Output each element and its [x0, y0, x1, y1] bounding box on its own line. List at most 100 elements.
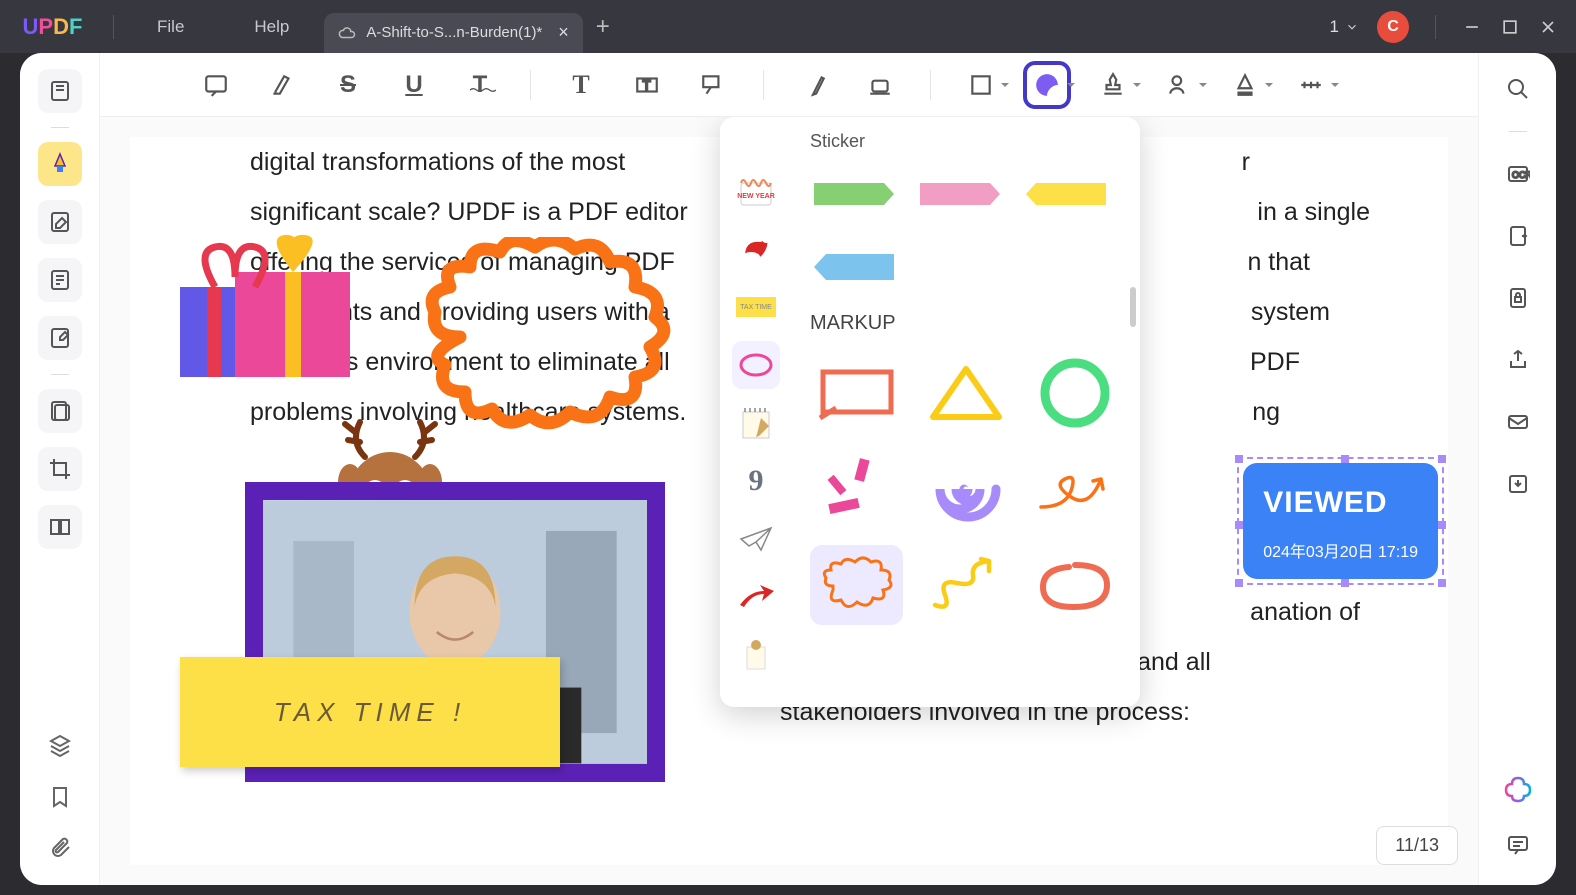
- protect-icon[interactable]: [1498, 278, 1538, 318]
- scrollbar-thumb[interactable]: [1130, 287, 1136, 327]
- crop-tool[interactable]: [38, 447, 82, 491]
- sticker-panel: NEW YEAR TAX TIME 9 Sticker: [720, 117, 1140, 707]
- text-button[interactable]: T: [565, 69, 597, 101]
- panel-title: Sticker: [810, 131, 1122, 152]
- sticker-cloud-purple[interactable]: [810, 545, 903, 625]
- textbox-button[interactable]: T: [631, 69, 663, 101]
- document-tab[interactable]: A-Shift-to-S...n-Burden(1)* ×: [324, 13, 582, 53]
- cat-tax[interactable]: TAX TIME: [732, 283, 780, 331]
- eraser-button[interactable]: [864, 69, 896, 101]
- add-tab-button[interactable]: +: [583, 13, 623, 41]
- close-tab-icon[interactable]: ×: [558, 22, 569, 43]
- cloud-icon: [338, 24, 356, 42]
- comment-icon[interactable]: [1498, 825, 1538, 865]
- left-sidebar: [20, 53, 100, 885]
- organize-tool[interactable]: [38, 389, 82, 433]
- sticker-button[interactable]: [1031, 69, 1063, 101]
- stamp-date: 024年03月20日 17:19: [1263, 537, 1418, 569]
- separator: [51, 374, 69, 375]
- page-indicator[interactable]: 11/13: [1376, 826, 1458, 865]
- highlight-tool[interactable]: [38, 142, 82, 186]
- compare-tool[interactable]: [38, 505, 82, 549]
- sticker-rect-red[interactable]: [810, 353, 903, 433]
- separator: [1509, 131, 1527, 132]
- sticker-tape-green[interactable]: [810, 166, 898, 221]
- section-title: MARKUP: [810, 312, 1122, 335]
- sticker-circle-green[interactable]: [1029, 353, 1122, 433]
- shape-button[interactable]: [965, 69, 997, 101]
- sticker-categories: NEW YEAR TAX TIME 9: [720, 117, 792, 707]
- strikethrough-button[interactable]: S: [332, 69, 364, 101]
- form-tool[interactable]: [38, 316, 82, 360]
- main-area: S U T T T digital transformations of the…: [100, 53, 1478, 885]
- right-sidebar: OCR: [1478, 53, 1556, 885]
- layers-icon[interactable]: [48, 734, 72, 763]
- sticker-tape-blue[interactable]: [810, 239, 898, 294]
- svg-text:T: T: [643, 77, 651, 92]
- menu-file[interactable]: File: [122, 17, 219, 37]
- bookmark-icon[interactable]: [48, 785, 72, 814]
- titlebar: UPDF File Help A-Shift-to-S...n-Burden(1…: [0, 0, 1576, 53]
- search-icon[interactable]: [1498, 69, 1538, 109]
- squiggly-button[interactable]: T: [464, 69, 496, 101]
- stamp-button[interactable]: [1097, 69, 1129, 101]
- measure-button[interactable]: [1295, 69, 1327, 101]
- sticker-tape-pink[interactable]: [916, 166, 1004, 221]
- ai-icon[interactable]: [1504, 775, 1532, 803]
- highlight-button[interactable]: [266, 69, 298, 101]
- cat-arrow-red[interactable]: [732, 573, 780, 621]
- ocr-icon[interactable]: OCR: [1498, 154, 1538, 194]
- cat-santa[interactable]: [732, 225, 780, 273]
- maximize-icon[interactable]: [1500, 17, 1520, 37]
- tab-title: A-Shift-to-S...n-Burden(1)*: [366, 24, 542, 41]
- cat-pin[interactable]: [732, 631, 780, 679]
- save-icon[interactable]: [1498, 464, 1538, 504]
- stamp-title: VIEWED: [1263, 473, 1418, 533]
- menu-help[interactable]: Help: [219, 17, 324, 37]
- app-frame: S U T T T digital transformations of the…: [20, 53, 1556, 885]
- outline-tool[interactable]: [38, 258, 82, 302]
- user-avatar[interactable]: C: [1377, 11, 1409, 43]
- cat-notepad[interactable]: [732, 399, 780, 447]
- cloud-sticker[interactable]: [420, 237, 680, 437]
- email-icon[interactable]: [1498, 402, 1538, 442]
- gift-sticker[interactable]: [180, 227, 350, 377]
- cat-new-year[interactable]: NEW YEAR: [732, 167, 780, 215]
- separator: [51, 127, 69, 128]
- canvas[interactable]: digital transformations of the most sign…: [100, 117, 1478, 885]
- annotation-toolbar: S U T T T: [100, 53, 1478, 117]
- sticker-squiggle-yellow[interactable]: [919, 545, 1012, 625]
- sticky-note[interactable]: TAX TIME !: [180, 657, 560, 767]
- close-window-icon[interactable]: [1538, 17, 1558, 37]
- export-icon[interactable]: [1498, 216, 1538, 256]
- sticker-triangle-yellow[interactable]: [919, 353, 1012, 433]
- app-logo: UPDF: [0, 14, 105, 40]
- cat-plane[interactable]: [732, 515, 780, 563]
- sticker-loop-orange[interactable]: [1029, 449, 1122, 529]
- signature-button[interactable]: [1163, 69, 1195, 101]
- cat-markup[interactable]: [732, 341, 780, 389]
- callout-button[interactable]: [697, 69, 729, 101]
- viewed-stamp-selected[interactable]: VIEWED 024年03月20日 17:19: [1237, 457, 1444, 585]
- share-icon[interactable]: [1498, 340, 1538, 380]
- svg-text:OCR: OCR: [1512, 170, 1530, 180]
- sticker-spiral-purple[interactable]: [919, 449, 1012, 529]
- zoom-indicator[interactable]: 1: [1330, 17, 1359, 37]
- edit-tool[interactable]: [38, 200, 82, 244]
- attachment-icon[interactable]: [48, 836, 72, 865]
- separator: [930, 70, 931, 100]
- separator: [763, 70, 764, 100]
- sticker-oval-red[interactable]: [1029, 545, 1122, 625]
- minimize-icon[interactable]: [1462, 17, 1482, 37]
- sticker-burst-pink[interactable]: [810, 449, 903, 529]
- cat-number[interactable]: 9: [732, 457, 780, 505]
- divider: [1435, 15, 1436, 39]
- divider: [113, 15, 114, 39]
- pencil-button[interactable]: [798, 69, 830, 101]
- sticker-body: Sticker MARKUP: [792, 117, 1140, 707]
- reader-tool[interactable]: [38, 69, 82, 113]
- sticker-tape-yellow[interactable]: [1022, 166, 1110, 221]
- underline-button[interactable]: U: [398, 69, 430, 101]
- redact-button[interactable]: [1229, 69, 1261, 101]
- note-button[interactable]: [200, 69, 232, 101]
